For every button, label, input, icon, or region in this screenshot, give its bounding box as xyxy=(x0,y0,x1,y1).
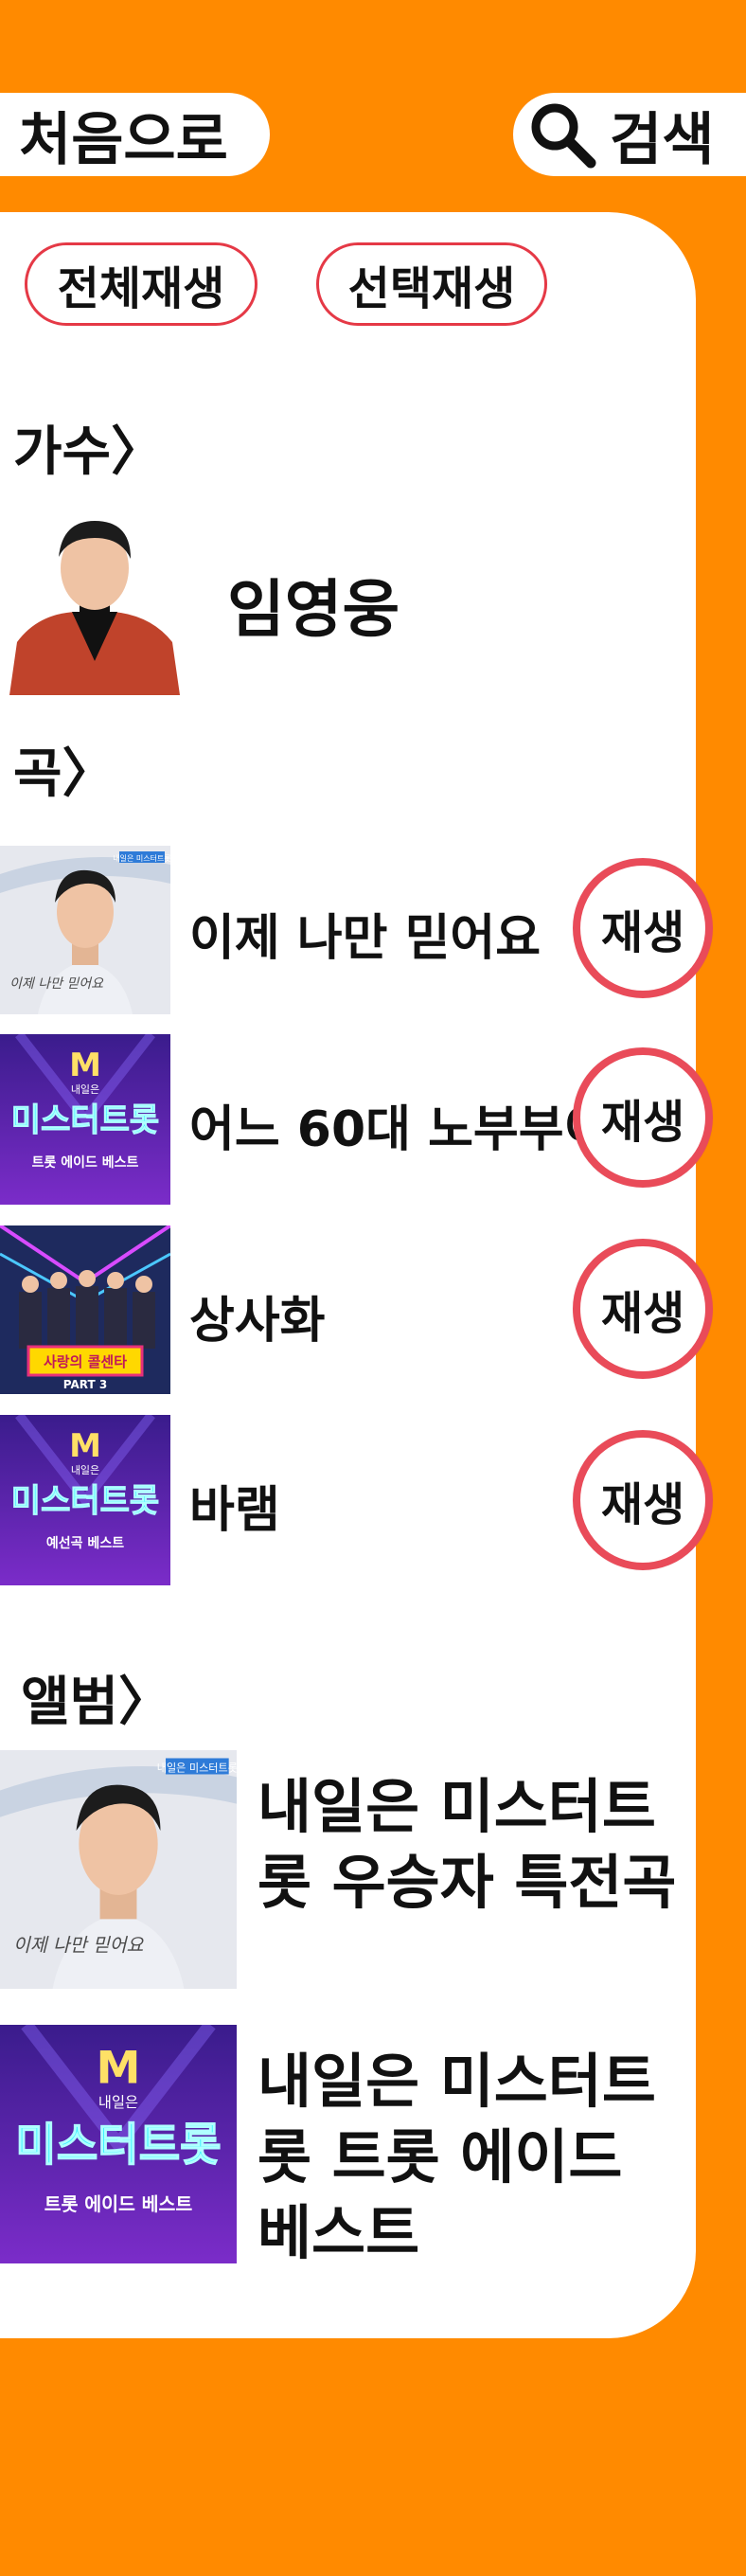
play-label-2: 재생 xyxy=(600,1096,685,1149)
cover-badge: 내일은 미스터트롯 xyxy=(113,854,170,863)
cover-sub: 내일은 xyxy=(71,1082,99,1096)
cover-m: M xyxy=(97,2042,141,2094)
section-title-artists[interactable]: 가수〉 xyxy=(13,409,164,486)
cover-sub: 내일은 xyxy=(98,2094,138,2111)
cover-script: 이제 나만 믿어요 xyxy=(13,1934,144,1956)
song-title-3[interactable]: 상사화 xyxy=(189,1280,326,1351)
section-title-songs[interactable]: 곡〉 xyxy=(13,731,115,808)
song-title-4[interactable]: 바램 xyxy=(189,1470,280,1541)
cover-song: 예선곡 베스트 xyxy=(46,1536,124,1551)
song-title-1[interactable]: 이제 나만 믿어요 xyxy=(189,898,541,969)
song-cover-4[interactable]: M 내일은 미스터트롯 예선곡 베스트 xyxy=(0,1415,170,1585)
search-button[interactable]: 검색 xyxy=(513,93,746,176)
artist-name[interactable]: 임영웅 xyxy=(227,559,400,650)
song-title-2[interactable]: 어느 60대 노부부이 xyxy=(189,1089,609,1160)
home-button[interactable]: 처음으로 xyxy=(0,93,270,176)
play-button-4[interactable]: 재생 xyxy=(573,1430,713,1570)
cover-sign: 사랑의 콜센타 xyxy=(44,1353,127,1370)
cover-script: 이제 나만 믿어요 xyxy=(9,976,104,992)
cover-m: M xyxy=(69,1427,101,1465)
cover-title: 미스터트롯 xyxy=(11,1101,159,1139)
play-button-1[interactable]: 재생 xyxy=(573,858,713,998)
song-cover-2[interactable]: M 내일은 미스터트롯 트롯 에이드 베스트 xyxy=(0,1034,170,1205)
play-label-1: 재생 xyxy=(600,906,685,959)
play-all-label: 전체재생 xyxy=(57,262,225,315)
play-button-2[interactable]: 재생 xyxy=(573,1047,713,1188)
song-cover-3[interactable]: 사랑의 콜센타 PART 3 xyxy=(0,1225,170,1394)
play-label-3: 재생 xyxy=(600,1287,685,1340)
cover-m: M xyxy=(69,1046,101,1084)
play-selected-button[interactable]: 선택재생 xyxy=(316,242,547,326)
album-cover-2[interactable]: M 내일은 미스터트롯 트롯 에이드 베스트 xyxy=(0,2025,237,2263)
cover-title: 미스터트롯 xyxy=(11,1482,159,1520)
cover-title: 미스터트롯 xyxy=(15,2120,221,2172)
home-label: 처음으로 xyxy=(19,106,228,173)
cover-part: PART 3 xyxy=(63,1378,107,1391)
cover-sub: 내일은 xyxy=(71,1463,99,1476)
search-label: 검색 xyxy=(610,106,715,173)
artist-avatar[interactable] xyxy=(0,500,189,695)
cover-song: 트롯 에이드 베스트 xyxy=(32,1154,139,1171)
album-title-2[interactable]: 내일은 미스터트롯 트롯 에이드 베스트 xyxy=(258,2044,693,2271)
song-cover-1[interactable]: 내일은 미스터트롯 이제 나만 믿어요 xyxy=(0,846,170,1014)
search-icon xyxy=(531,103,596,169)
play-label-4: 재생 xyxy=(600,1478,685,1531)
cover-song: 트롯 에이드 베스트 xyxy=(44,2193,193,2215)
play-all-button[interactable]: 전체재생 xyxy=(25,242,258,326)
cover-badge: 내일은 미스터트롯 xyxy=(157,1762,237,1775)
section-title-albums[interactable]: 앨범〉 xyxy=(21,1659,171,1736)
album-cover-1[interactable]: 내일은 미스터트롯 이제 나만 믿어요 xyxy=(0,1750,237,1989)
album-title-1[interactable]: 내일은 미스터트롯 우승자 특전곡 xyxy=(258,1769,693,1921)
play-selected-label: 선택재생 xyxy=(347,262,516,315)
play-button-3[interactable]: 재생 xyxy=(573,1239,713,1379)
